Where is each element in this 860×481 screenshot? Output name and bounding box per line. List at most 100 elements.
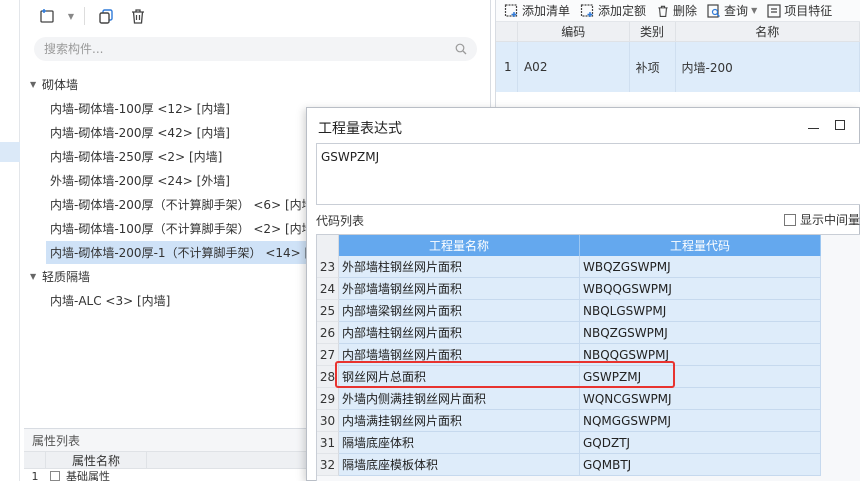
- dropdown-caret-icon[interactable]: ▼: [66, 4, 76, 28]
- row-number-header: [317, 235, 339, 256]
- quantity-code-cell[interactable]: NBQZGSWPMJ: [580, 322, 821, 344]
- quantity-name-cell[interactable]: 隔墙底座模板体积: [339, 454, 580, 476]
- quantity-name-cell[interactable]: 外部墙柱钢丝网片面积: [339, 256, 580, 278]
- row-number: 27: [317, 344, 339, 366]
- table-row[interactable]: 25 内部墙梁钢丝网片面积 NBQLGSWPMJ: [317, 300, 821, 322]
- collapse-caret-icon[interactable]: ▼: [30, 80, 42, 89]
- item-feature-button[interactable]: 项目特征: [763, 2, 836, 19]
- quantity-code-cell[interactable]: WBQQGSWPMJ: [580, 278, 821, 300]
- table-row[interactable]: 23 外部墙柱钢丝网片面积 WBQZGSWPMJ: [317, 256, 821, 278]
- tree-group-masonry-wall[interactable]: ▼ 砌体墙: [24, 72, 491, 96]
- add-bill-button[interactable]: 添加清单: [500, 2, 574, 19]
- code-table-header: 工程量名称 工程量代码: [317, 235, 821, 256]
- row-number: 24: [317, 278, 339, 300]
- collapse-caret-icon[interactable]: ▼: [30, 272, 42, 281]
- quantity-name-cell[interactable]: 隔墙底座体积: [339, 432, 580, 454]
- tree-item-label: 内墙-砌体墙-100厚（不计算脚手架） <2> [内墙]: [50, 221, 319, 236]
- bill-table-header: 编码 类别 名称: [496, 22, 860, 42]
- row-number: 26: [317, 322, 339, 344]
- table-row[interactable]: 27 内部墙墙钢丝网片面积 NBQQGSWPMJ: [317, 344, 821, 366]
- table-row[interactable]: 29 外墙内侧满挂钢丝网片面积 WQNCGSWPMJ: [317, 388, 821, 410]
- toolbar-divider: [84, 7, 85, 25]
- row-number: 23: [317, 256, 339, 278]
- row-number: 1: [496, 42, 518, 92]
- add-bill-label: 添加清单: [522, 4, 571, 18]
- quantity-name-cell[interactable]: 钢丝网片总面积: [339, 366, 580, 388]
- quantity-name-header: 工程量名称: [339, 235, 580, 256]
- table-row-highlighted[interactable]: 28 钢丝网片总面积 GSWPZMJ: [317, 366, 821, 388]
- quantity-expression-dialog: 工程量表达式 GSWPZMJ 代码列表 显示中间量 工程量名称 工程量代码 23…: [306, 107, 860, 481]
- quantity-name-cell[interactable]: 内墙满挂钢丝网片面积: [339, 410, 580, 432]
- property-label: 基础属性: [66, 470, 110, 481]
- table-row[interactable]: 31 隔墙底座体积 GQDZTJ: [317, 432, 821, 454]
- quantity-code-cell[interactable]: WQNCGSWPMJ: [580, 388, 821, 410]
- quantity-code-cell[interactable]: GQDZTJ: [580, 432, 821, 454]
- quantity-code-header: 工程量代码: [580, 235, 821, 256]
- delete-button[interactable]: [125, 4, 151, 28]
- quantity-code-cell[interactable]: NBQQGSWPMJ: [580, 344, 821, 366]
- tree-toolbar: ▼: [34, 3, 151, 29]
- bill-name-cell[interactable]: 内墙-200: [676, 42, 860, 92]
- property-name-header: 属性名称: [71, 453, 120, 468]
- show-middle-label: 显示中间量: [800, 213, 860, 227]
- quantity-name-cell[interactable]: 外墙内侧满挂钢丝网片面积: [339, 388, 580, 410]
- delete-icon: [132, 9, 144, 24]
- row-number: 28: [317, 366, 339, 388]
- component-search-input[interactable]: [44, 42, 455, 56]
- tree-item-label: 内墙-砌体墙-200厚 <42> [内墙]: [50, 125, 230, 140]
- code-header: 编码: [518, 22, 630, 41]
- query-button[interactable]: 查询 ▼: [703, 2, 761, 19]
- tree-item-label: 内墙-砌体墙-200厚-1（不计算脚手架） <14> [内墙]: [46, 240, 342, 264]
- table-row[interactable]: 24 外部墙墙钢丝网片面积 WBQQGSWPMJ: [317, 278, 821, 300]
- new-component-icon: [40, 9, 54, 23]
- dialog-title: 工程量表达式: [318, 121, 402, 137]
- tree-item-label: 内墙-砌体墙-250厚 <2> [内墙]: [50, 149, 223, 164]
- tree-group-label: 砌体墙: [42, 77, 79, 92]
- row-number: 1: [31, 469, 39, 481]
- add-quota-icon: [580, 4, 594, 17]
- category-header: 类别: [630, 22, 676, 41]
- minimize-icon[interactable]: [807, 114, 821, 134]
- new-component-button[interactable]: [34, 4, 60, 28]
- chevron-down-icon[interactable]: ▼: [751, 6, 757, 15]
- show-middle-checkbox[interactable]: 显示中间量: [784, 211, 860, 228]
- quantity-name-cell[interactable]: 外部墙墙钢丝网片面积: [339, 278, 580, 300]
- bill-toolbar: 添加清单 添加定额 删除 查询 ▼ 项目特征: [496, 0, 860, 22]
- bill-code-cell[interactable]: A02: [518, 42, 630, 92]
- expand-toggle[interactable]: [50, 471, 60, 481]
- left-strip-selected-item[interactable]: [0, 142, 20, 162]
- add-quota-button[interactable]: 添加定额: [576, 2, 650, 19]
- table-row[interactable]: 32 隔墙底座模板体积 GQMBTJ: [317, 454, 821, 476]
- add-quota-label: 添加定额: [598, 4, 647, 18]
- tree-group-label: 轻质隔墙: [42, 269, 91, 284]
- row-number: 32: [317, 454, 339, 476]
- table-row[interactable]: 26 内部墙柱钢丝网片面积 NBQZGSWPMJ: [317, 322, 821, 344]
- quantity-code-cell[interactable]: WBQZGSWPMJ: [580, 256, 821, 278]
- code-table-body: 23 外部墙柱钢丝网片面积 WBQZGSWPMJ 24 外部墙墙钢丝网片面积 WBQQG…: [317, 256, 821, 476]
- quantity-name-cell[interactable]: 内部墙柱钢丝网片面积: [339, 322, 580, 344]
- quantity-code-cell[interactable]: NBQLGSWPMJ: [580, 300, 821, 322]
- quantity-code-cell[interactable]: GSWPZMJ: [580, 366, 821, 388]
- bill-category-cell[interactable]: 补项: [630, 42, 676, 92]
- copy-icon: [99, 9, 113, 24]
- copy-button[interactable]: [93, 4, 119, 28]
- query-label: 查询: [724, 4, 749, 18]
- quantity-name-cell[interactable]: 内部墙梁钢丝网片面积: [339, 300, 580, 322]
- row-number: 29: [317, 388, 339, 410]
- bill-row[interactable]: 1 A02 补项 内墙-200: [496, 42, 860, 92]
- quantity-code-cell[interactable]: NQMGGSWPMJ: [580, 410, 821, 432]
- quantity-name-cell[interactable]: 内部墙墙钢丝网片面积: [339, 344, 580, 366]
- left-strip: [0, 0, 20, 481]
- checkbox-icon[interactable]: [784, 213, 796, 226]
- quantity-code-cell[interactable]: GQMBTJ: [580, 454, 821, 476]
- code-list-label: 代码列表: [316, 214, 365, 228]
- search-icon[interactable]: [455, 43, 467, 55]
- component-search: [34, 37, 477, 61]
- maximize-icon[interactable]: [835, 120, 845, 130]
- tree-item-label: 内墙-砌体墙-200厚（不计算脚手架） <6> [内墙]: [50, 197, 319, 212]
- table-row[interactable]: 30 内墙满挂钢丝网片面积 NQMGGSWPMJ: [317, 410, 821, 432]
- delete-row-button[interactable]: 删除: [652, 2, 701, 19]
- expression-input[interactable]: GSWPZMJ: [316, 143, 860, 205]
- tree-item-label: 内墙-砌体墙-100厚 <12> [内墙]: [50, 101, 230, 116]
- query-icon: [707, 3, 721, 18]
